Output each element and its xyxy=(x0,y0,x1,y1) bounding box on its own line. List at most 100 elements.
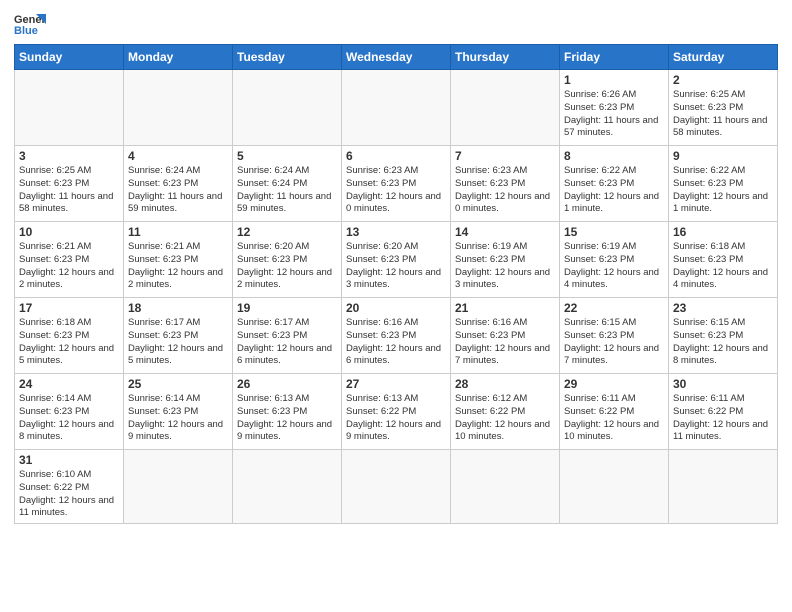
day-info: Sunrise: 6:17 AM Sunset: 6:23 PM Dayligh… xyxy=(128,317,228,368)
day-info: Sunrise: 6:22 AM Sunset: 6:23 PM Dayligh… xyxy=(673,165,773,216)
header-saturday: Saturday xyxy=(669,45,778,70)
calendar-week-row: 10 Sunrise: 6:21 AM Sunset: 6:23 PM Dayli… xyxy=(15,222,778,298)
header-wednesday: Wednesday xyxy=(342,45,451,70)
day-info: Sunrise: 6:21 AM Sunset: 6:23 PM Dayligh… xyxy=(128,241,228,292)
calendar-cell: 12Sunrise: 6:20 AM Sunset: 6:23 PM Dayli… xyxy=(233,222,342,298)
day-info: Sunrise: 6:10 AM Sunset: 6:22 PM Dayligh… xyxy=(19,469,119,520)
calendar-cell xyxy=(342,450,451,524)
day-info: Sunrise: 6:14 AM Sunset: 6:23 PM Dayligh… xyxy=(128,393,228,444)
day-info: Sunrise: 6:16 AM Sunset: 6:23 PM Dayligh… xyxy=(455,317,555,368)
day-number: 13 xyxy=(346,225,446,239)
day-number: 19 xyxy=(237,301,337,315)
calendar-week-row: 3Sunrise: 6:25 AM Sunset: 6:23 PM Daylig… xyxy=(15,146,778,222)
day-number: 25 xyxy=(128,377,228,391)
calendar-cell: 26Sunrise: 6:13 AM Sunset: 6:23 PM Dayli… xyxy=(233,374,342,450)
day-info: Sunrise: 6:15 AM Sunset: 6:23 PM Dayligh… xyxy=(564,317,664,368)
day-number: 10 xyxy=(19,225,119,239)
calendar-cell: 11 Sunrise: 6:21 AM Sunset: 6:23 PM Dayli… xyxy=(124,222,233,298)
logo: General Blue xyxy=(14,10,46,38)
calendar-cell: 7Sunrise: 6:23 AM Sunset: 6:23 PM Daylig… xyxy=(451,146,560,222)
day-info: Sunrise: 6:21 AM Sunset: 6:23 PM Dayligh… xyxy=(19,241,119,292)
calendar-cell: 30Sunrise: 6:11 AM Sunset: 6:22 PM Dayli… xyxy=(669,374,778,450)
calendar-cell: 25 Sunrise: 6:14 AM Sunset: 6:23 PM Dayli… xyxy=(124,374,233,450)
day-info: Sunrise: 6:22 AM Sunset: 6:23 PM Dayligh… xyxy=(564,165,664,216)
calendar-cell: 8 Sunrise: 6:22 AM Sunset: 6:23 PM Daylig… xyxy=(560,146,669,222)
header-monday: Monday xyxy=(124,45,233,70)
day-number: 29 xyxy=(564,377,664,391)
calendar-cell xyxy=(451,450,560,524)
day-info: Sunrise: 6:19 AM Sunset: 6:23 PM Dayligh… xyxy=(564,241,664,292)
day-number: 9 xyxy=(673,149,773,163)
day-number: 24 xyxy=(19,377,119,391)
calendar-cell xyxy=(451,70,560,146)
calendar-cell xyxy=(124,70,233,146)
day-info: Sunrise: 6:16 AM Sunset: 6:23 PM Dayligh… xyxy=(346,317,446,368)
calendar-cell: 21Sunrise: 6:16 AM Sunset: 6:23 PM Dayli… xyxy=(451,298,560,374)
calendar-cell: 1 Sunrise: 6:26 AM Sunset: 6:23 PM Daylig… xyxy=(560,70,669,146)
day-info: Sunrise: 6:20 AM Sunset: 6:23 PM Dayligh… xyxy=(346,241,446,292)
header-friday: Friday xyxy=(560,45,669,70)
day-number: 2 xyxy=(673,73,773,87)
calendar-cell: 15 Sunrise: 6:19 AM Sunset: 6:23 PM Dayli… xyxy=(560,222,669,298)
day-number: 23 xyxy=(673,301,773,315)
day-number: 17 xyxy=(19,301,119,315)
calendar-week-row: 17 Sunrise: 6:18 AM Sunset: 6:23 PM Dayli… xyxy=(15,298,778,374)
header-thursday: Thursday xyxy=(451,45,560,70)
calendar-header-row: SundayMondayTuesdayWednesdayThursdayFrid… xyxy=(15,45,778,70)
calendar-table: SundayMondayTuesdayWednesdayThursdayFrid… xyxy=(14,44,778,524)
header-tuesday: Tuesday xyxy=(233,45,342,70)
calendar-cell: 28Sunrise: 6:12 AM Sunset: 6:22 PM Dayli… xyxy=(451,374,560,450)
page-header: General Blue xyxy=(14,10,778,38)
day-number: 14 xyxy=(455,225,555,239)
header-sunday: Sunday xyxy=(15,45,124,70)
day-number: 16 xyxy=(673,225,773,239)
calendar-cell: 2Sunrise: 6:25 AM Sunset: 6:23 PM Daylig… xyxy=(669,70,778,146)
day-number: 11 xyxy=(128,225,228,239)
calendar-cell: 3Sunrise: 6:25 AM Sunset: 6:23 PM Daylig… xyxy=(15,146,124,222)
day-number: 6 xyxy=(346,149,446,163)
day-info: Sunrise: 6:17 AM Sunset: 6:23 PM Dayligh… xyxy=(237,317,337,368)
day-info: Sunrise: 6:24 AM Sunset: 6:24 PM Dayligh… xyxy=(237,165,337,216)
day-number: 1 xyxy=(564,73,664,87)
calendar-cell: 18 Sunrise: 6:17 AM Sunset: 6:23 PM Dayli… xyxy=(124,298,233,374)
day-number: 20 xyxy=(346,301,446,315)
calendar-cell: 5 Sunrise: 6:24 AM Sunset: 6:24 PM Daylig… xyxy=(233,146,342,222)
day-number: 3 xyxy=(19,149,119,163)
day-info: Sunrise: 6:18 AM Sunset: 6:23 PM Dayligh… xyxy=(19,317,119,368)
calendar-cell: 29 Sunrise: 6:11 AM Sunset: 6:22 PM Dayli… xyxy=(560,374,669,450)
day-number: 4 xyxy=(128,149,228,163)
day-number: 8 xyxy=(564,149,664,163)
logo-icon: General Blue xyxy=(14,10,46,38)
calendar-cell: 13 Sunrise: 6:20 AM Sunset: 6:23 PM Dayli… xyxy=(342,222,451,298)
day-info: Sunrise: 6:14 AM Sunset: 6:23 PM Dayligh… xyxy=(19,393,119,444)
calendar-cell: 9 Sunrise: 6:22 AM Sunset: 6:23 PM Daylig… xyxy=(669,146,778,222)
calendar-cell: 31Sunrise: 6:10 AM Sunset: 6:22 PM Dayli… xyxy=(15,450,124,524)
calendar-cell: 20 Sunrise: 6:16 AM Sunset: 6:23 PM Dayli… xyxy=(342,298,451,374)
calendar-cell: 24 Sunrise: 6:14 AM Sunset: 6:23 PM Dayli… xyxy=(15,374,124,450)
day-number: 5 xyxy=(237,149,337,163)
calendar-week-row: 24 Sunrise: 6:14 AM Sunset: 6:23 PM Dayli… xyxy=(15,374,778,450)
day-info: Sunrise: 6:20 AM Sunset: 6:23 PM Dayligh… xyxy=(237,241,337,292)
day-number: 27 xyxy=(346,377,446,391)
day-info: Sunrise: 6:24 AM Sunset: 6:23 PM Dayligh… xyxy=(128,165,228,216)
day-info: Sunrise: 6:18 AM Sunset: 6:23 PM Dayligh… xyxy=(673,241,773,292)
day-number: 30 xyxy=(673,377,773,391)
calendar-cell: 14 Sunrise: 6:19 AM Sunset: 6:23 PM Dayli… xyxy=(451,222,560,298)
day-number: 26 xyxy=(237,377,337,391)
day-info: Sunrise: 6:12 AM Sunset: 6:22 PM Dayligh… xyxy=(455,393,555,444)
calendar-cell xyxy=(560,450,669,524)
day-number: 15 xyxy=(564,225,664,239)
calendar-cell xyxy=(669,450,778,524)
calendar-cell: 4 Sunrise: 6:24 AM Sunset: 6:23 PM Daylig… xyxy=(124,146,233,222)
day-number: 18 xyxy=(128,301,228,315)
day-info: Sunrise: 6:19 AM Sunset: 6:23 PM Dayligh… xyxy=(455,241,555,292)
calendar-cell xyxy=(233,450,342,524)
calendar-cell: 6 Sunrise: 6:23 AM Sunset: 6:23 PM Daylig… xyxy=(342,146,451,222)
day-info: Sunrise: 6:23 AM Sunset: 6:23 PM Dayligh… xyxy=(346,165,446,216)
calendar-week-row: 1 Sunrise: 6:26 AM Sunset: 6:23 PM Daylig… xyxy=(15,70,778,146)
day-info: Sunrise: 6:23 AM Sunset: 6:23 PM Dayligh… xyxy=(455,165,555,216)
day-info: Sunrise: 6:13 AM Sunset: 6:22 PM Dayligh… xyxy=(346,393,446,444)
day-info: Sunrise: 6:11 AM Sunset: 6:22 PM Dayligh… xyxy=(564,393,664,444)
calendar-week-row: 31Sunrise: 6:10 AM Sunset: 6:22 PM Dayli… xyxy=(15,450,778,524)
day-info: Sunrise: 6:26 AM Sunset: 6:23 PM Dayligh… xyxy=(564,89,664,140)
